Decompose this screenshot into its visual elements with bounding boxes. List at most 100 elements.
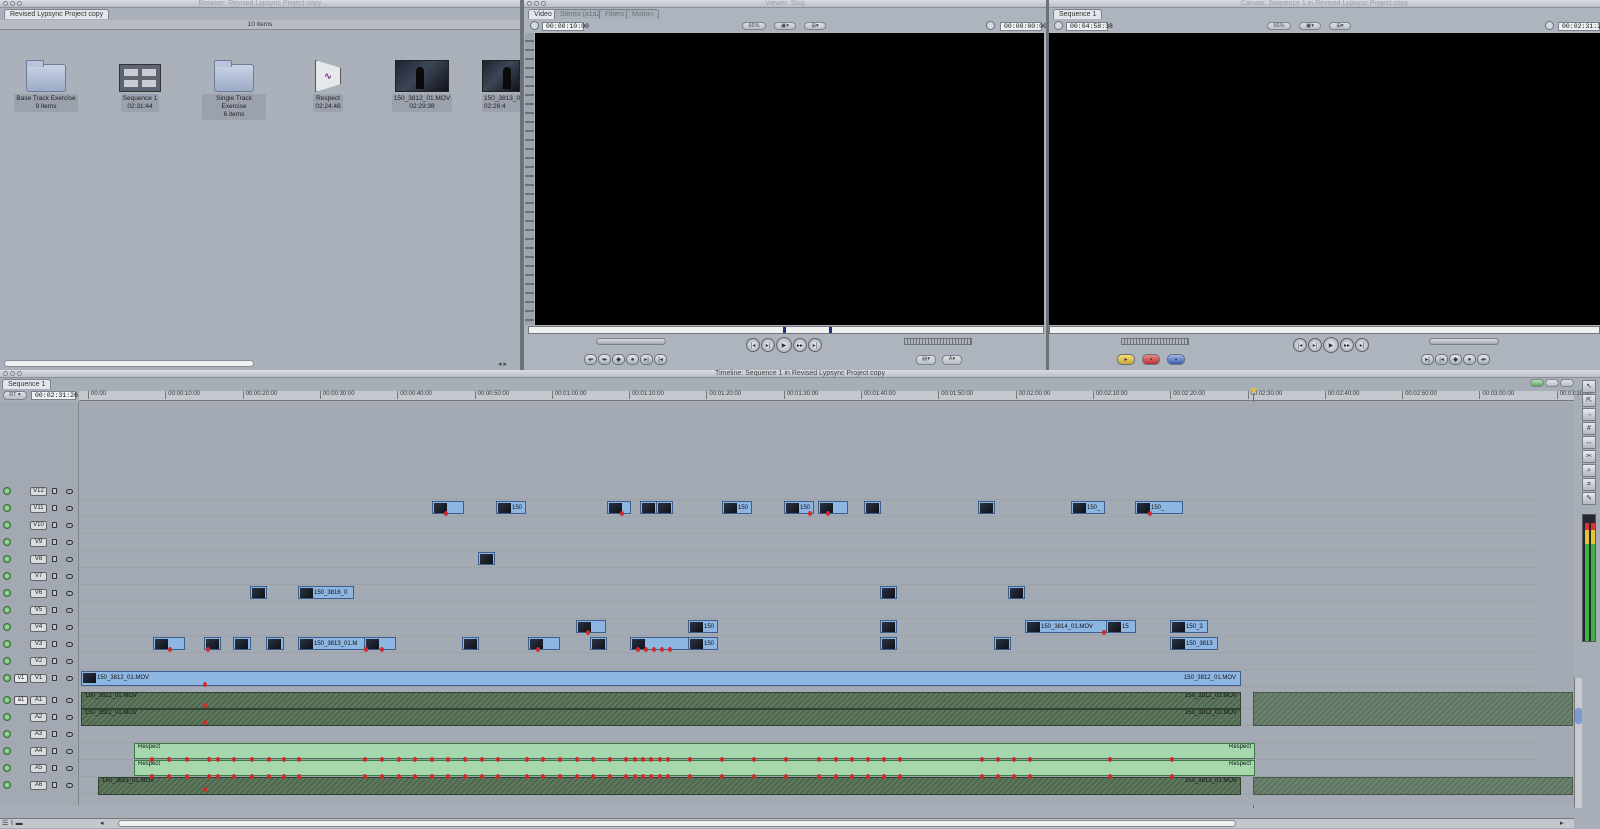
timeline-clip[interactable]	[880, 586, 897, 599]
track-visibility-icon[interactable]	[3, 781, 11, 789]
clip-marker-icon[interactable]	[808, 511, 812, 516]
clip-marker-icon[interactable]	[1012, 757, 1016, 762]
track-row-v8[interactable]	[79, 551, 1540, 568]
track-visibility-icon[interactable]	[3, 504, 11, 512]
track-lock-icon[interactable]	[52, 748, 57, 754]
clip-marker-icon[interactable]	[397, 774, 401, 779]
clip-marker-icon[interactable]	[446, 774, 450, 779]
shuttle-control[interactable]	[1429, 338, 1499, 345]
mark-in-icon[interactable]: ▸|	[640, 354, 653, 365]
clip-marker-icon[interactable]	[430, 774, 434, 779]
clip-marker-icon[interactable]	[633, 757, 637, 762]
clip-marker-icon[interactable]	[649, 774, 653, 779]
timeline-horizontal-scrollbar[interactable]	[118, 820, 1236, 827]
jog-control[interactable]	[904, 338, 972, 345]
track-visibility-icon[interactable]	[3, 606, 11, 614]
timeline-clip[interactable]	[233, 637, 251, 650]
track-visibility-icon[interactable]	[3, 589, 11, 597]
clip-marker-icon[interactable]	[1108, 757, 1112, 762]
track-row-v12[interactable]	[79, 483, 1540, 500]
track-visibility-icon[interactable]	[3, 713, 11, 721]
clip-marker-icon[interactable]	[525, 757, 529, 762]
clip-marker-icon[interactable]	[413, 757, 417, 762]
auto-select-icon[interactable]	[66, 540, 73, 545]
track-row-v10[interactable]	[79, 517, 1540, 534]
clip-marker-icon[interactable]	[1102, 630, 1106, 635]
play-in-to-out-icon[interactable]: ▸|	[761, 338, 775, 352]
clip-marker-icon[interactable]	[898, 774, 902, 779]
clip-marker-icon[interactable]	[250, 774, 254, 779]
viewer-current-timecode[interactable]: 00:00:00:00	[1000, 22, 1047, 31]
timeline-clip[interactable]: 150_3816_0	[298, 586, 354, 599]
timeline-clip[interactable]	[880, 637, 897, 650]
clip-marker-icon[interactable]	[649, 757, 653, 762]
clip-marker-icon[interactable]	[480, 774, 484, 779]
timeline-clip[interactable]: 15	[1106, 620, 1136, 633]
timeline-clip[interactable]	[607, 501, 631, 514]
play-icon[interactable]: ▶	[1323, 337, 1339, 353]
timeline-audio-clip[interactable]: 150_3813_01.MOV 150_3813_01.MOV	[98, 777, 1241, 795]
clip-marker-icon[interactable]	[446, 757, 450, 762]
clip-marker-icon[interactable]	[668, 647, 672, 652]
auto-select-icon[interactable]	[66, 715, 73, 720]
canvas-scrubber-bar[interactable]	[1049, 326, 1600, 334]
auto-select-icon[interactable]	[66, 523, 73, 528]
canvas-video-display[interactable]	[1049, 33, 1600, 325]
viewer-overlay-popup[interactable]: ⊞▾	[804, 22, 826, 30]
track-label[interactable]: V10	[30, 521, 47, 530]
clip-marker-icon[interactable]	[380, 647, 384, 652]
clip-marker-icon[interactable]	[185, 774, 189, 779]
clip-marker-icon[interactable]	[297, 757, 301, 762]
canvas-tab[interactable]: Sequence 1	[1053, 9, 1103, 19]
clip-marker-icon[interactable]	[1170, 774, 1174, 779]
track-label[interactable]: A1	[30, 696, 47, 705]
clip-marker-icon[interactable]	[430, 757, 434, 762]
clip-marker-icon[interactable]	[558, 757, 562, 762]
auto-select-icon[interactable]	[66, 676, 73, 681]
timeline-clip[interactable]: 150	[688, 637, 718, 650]
overwrite-edit-icon[interactable]: ▪	[1142, 354, 1160, 365]
insert-edit-icon[interactable]: ▸	[1117, 354, 1135, 365]
clip-marker-icon[interactable]	[380, 774, 384, 779]
track-label[interactable]: V9	[30, 538, 47, 547]
auto-select-icon[interactable]	[66, 783, 73, 788]
browser-item-folder[interactable]: Base Track Exercise 9 items	[14, 58, 78, 112]
clip-marker-icon[interactable]	[463, 774, 467, 779]
auto-select-icon[interactable]	[66, 574, 73, 579]
track-visibility-icon[interactable]	[3, 696, 11, 704]
clip-marker-icon[interactable]	[850, 757, 854, 762]
viewer-video-display[interactable]	[535, 33, 1044, 325]
recent-clips-popup[interactable]: ▤▾	[916, 355, 936, 365]
viewer-scrubber-bar[interactable]	[528, 326, 1044, 334]
clip-marker-icon[interactable]	[480, 757, 484, 762]
viewer-tab-motion[interactable]: Motion	[626, 9, 660, 19]
clip-marker-icon[interactable]	[624, 774, 628, 779]
clip-marker-icon[interactable]	[834, 757, 838, 762]
clip-marker-icon[interactable]	[397, 757, 401, 762]
in-point-marker[interactable]	[783, 327, 786, 333]
clip-marker-icon[interactable]	[898, 757, 902, 762]
razor-tool-icon[interactable]: ✂	[1582, 450, 1596, 463]
clip-marker-icon[interactable]	[652, 647, 656, 652]
auto-select-icon[interactable]	[66, 642, 73, 647]
clip-marker-icon[interactable]	[817, 757, 821, 762]
timeline-clip[interactable]	[590, 637, 607, 650]
track-row-v5[interactable]	[79, 602, 1540, 619]
timeline-audio-clip[interactable]: Respect Respect	[134, 760, 1255, 776]
clip-marker-icon[interactable]	[167, 774, 171, 779]
auto-select-icon[interactable]	[66, 766, 73, 771]
auto-select-icon[interactable]	[66, 698, 73, 703]
timeline-clip[interactable]	[462, 637, 479, 650]
clip-marker-icon[interactable]	[1028, 774, 1032, 779]
clip-marker-icon[interactable]	[1148, 511, 1152, 516]
scroll-right-icon[interactable]: ▸	[1560, 820, 1570, 827]
clip-marker-icon[interactable]	[666, 774, 670, 779]
track-label[interactable]: V11	[30, 504, 47, 513]
clip-marker-icon[interactable]	[216, 757, 220, 762]
clip-marker-icon[interactable]	[1170, 757, 1174, 762]
clip-marker-icon[interactable]	[1108, 774, 1112, 779]
timeline-clip[interactable]	[994, 637, 1011, 650]
clip-marker-icon[interactable]	[784, 757, 788, 762]
clip-marker-icon[interactable]	[363, 774, 367, 779]
auto-select-icon[interactable]	[66, 732, 73, 737]
